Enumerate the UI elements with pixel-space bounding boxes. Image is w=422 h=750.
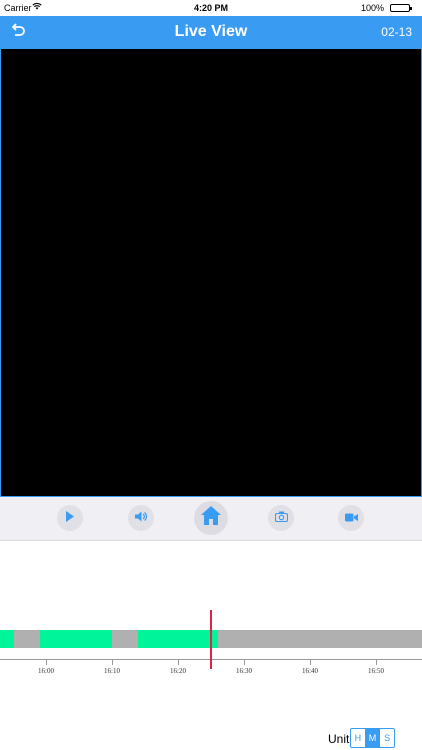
status-bar: Carrier 4:20 PM 100% <box>0 0 422 16</box>
timeline-tick-label: 16:10 <box>104 667 120 675</box>
timeline-tick <box>178 660 179 665</box>
timeline-tick <box>46 660 47 665</box>
video-viewport[interactable] <box>0 48 422 497</box>
recording-timeline[interactable]: 16:00 16:10 16:20 16:30 16:40 16:50 <box>0 610 422 690</box>
battery-icon <box>390 4 412 12</box>
record-button[interactable] <box>338 505 364 531</box>
home-icon <box>201 506 221 530</box>
playhead-cursor[interactable] <box>210 610 212 669</box>
nav-bar: Live View 02-13 <box>0 16 422 48</box>
play-button[interactable] <box>57 505 83 531</box>
timeline-tick <box>310 660 311 665</box>
recorded-segment[interactable] <box>0 630 14 648</box>
volume-button[interactable] <box>128 505 154 531</box>
timeline-tick <box>244 660 245 665</box>
unit-option-seconds[interactable]: S <box>380 729 394 747</box>
home-button[interactable] <box>194 501 228 535</box>
battery-percent: 100% <box>360 3 384 13</box>
timeline-tick-label: 16:00 <box>38 667 54 675</box>
clock: 4:20 PM <box>193 3 228 13</box>
playback-toolbar <box>0 497 422 541</box>
recorded-segment[interactable] <box>138 630 218 648</box>
timeline-tick-label: 16:40 <box>302 667 318 675</box>
unit-selector: H M S <box>350 728 395 748</box>
play-icon <box>65 509 75 527</box>
timeline-tick-label: 16:20 <box>170 667 186 675</box>
snapshot-button[interactable] <box>268 505 294 531</box>
unit-option-minutes[interactable]: M <box>365 729 381 747</box>
camera-icon <box>274 509 288 527</box>
timeline-tick-label: 16:50 <box>368 667 384 675</box>
video-camera-icon <box>344 509 358 527</box>
date-selector[interactable]: 02-13 <box>381 25 412 39</box>
timeline-tick <box>112 660 113 665</box>
unit-label: Unit <box>328 732 350 746</box>
timeline-tick-label: 16:30 <box>236 667 252 675</box>
page-title: Live View <box>174 23 248 40</box>
timeline-tick <box>376 660 377 665</box>
unit-option-hours[interactable]: H <box>351 729 366 747</box>
speaker-icon <box>135 509 148 527</box>
recorded-segment[interactable] <box>40 630 112 648</box>
